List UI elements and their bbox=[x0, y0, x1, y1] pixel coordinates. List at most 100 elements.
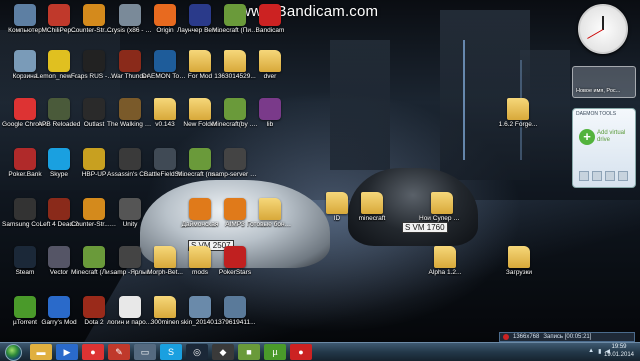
aimp-icon bbox=[189, 198, 211, 220]
apb-icon bbox=[48, 98, 70, 120]
taskbar-date: 19.01.2014 bbox=[603, 352, 635, 358]
windows-orb-icon bbox=[4, 343, 22, 361]
desktop-icon[interactable]: samp-server -Ярлык bbox=[212, 148, 258, 178]
chrome-button[interactable]: ● bbox=[82, 344, 104, 360]
samp-icon bbox=[119, 246, 141, 268]
chili-button[interactable]: ✎ bbox=[108, 344, 130, 360]
desktop-icon[interactable]: dver bbox=[248, 50, 292, 80]
steam-icon bbox=[14, 246, 36, 268]
daemon-tool-button[interactable] bbox=[579, 171, 589, 181]
desktop-icon[interactable]: Готовые бонус... bbox=[247, 198, 293, 228]
battlefield-icon bbox=[154, 148, 176, 170]
tray-arrow-icon[interactable]: ▲ bbox=[588, 348, 594, 354]
winrar-icon bbox=[259, 98, 281, 120]
chili-icon: ✎ bbox=[115, 346, 123, 357]
css-icon bbox=[83, 198, 105, 220]
folder-icon: ▬ bbox=[36, 347, 46, 357]
network-icon[interactable]: ▮ bbox=[598, 348, 601, 355]
fraps-icon bbox=[83, 50, 105, 72]
utorrent-icon bbox=[14, 296, 36, 318]
game-icon: ◆ bbox=[219, 346, 227, 357]
vector-icon bbox=[48, 246, 70, 268]
assassins-creed-icon bbox=[119, 148, 141, 170]
crysis-icon bbox=[119, 4, 141, 26]
screen-button[interactable]: ▭ bbox=[134, 344, 156, 360]
taskbar-clock[interactable]: 19:59 19.01.2014 bbox=[602, 343, 636, 359]
record-status: Запись [00:05:21] bbox=[543, 334, 592, 340]
dota2-icon bbox=[83, 296, 105, 318]
bandicam-record-bar[interactable]: 1366x768 Запись [00:05:21] bbox=[499, 332, 635, 342]
user-gadget-label: Новое имя, Рос... bbox=[576, 88, 621, 94]
record-dot-icon bbox=[503, 334, 509, 340]
clock-gadget[interactable] bbox=[578, 4, 628, 54]
taskbar-time: 19:59 bbox=[611, 344, 627, 350]
media-player-button[interactable]: ▶ bbox=[56, 344, 78, 360]
add-virtual-drive-button[interactable]: + bbox=[579, 129, 595, 145]
utorrent-button[interactable]: µ bbox=[264, 344, 286, 360]
minecraft-shortcut-icon bbox=[189, 148, 211, 170]
desktop-icon[interactable]: Alpha 1.2... bbox=[423, 246, 467, 276]
desktop-icon-label: lib bbox=[266, 121, 274, 128]
left4dead-icon bbox=[48, 198, 70, 220]
record-resolution: 1366x768 bbox=[513, 334, 540, 340]
start-button[interactable] bbox=[0, 343, 26, 361]
aimp3-icon bbox=[224, 198, 246, 220]
minecraft-license-icon bbox=[83, 246, 105, 268]
origin-icon bbox=[154, 4, 176, 26]
desktop-icon[interactable]: lib bbox=[248, 98, 292, 128]
black-car-plate: S VM 1760 bbox=[402, 222, 448, 233]
desktop-icon-label: minecraft bbox=[358, 215, 386, 222]
folder-icon bbox=[189, 98, 211, 120]
desktop-icon[interactable]: 1379619411... bbox=[213, 296, 257, 326]
desktop-icon-label: Нои Супер Minecraft ... bbox=[419, 215, 465, 222]
monitor-icon: ▭ bbox=[140, 346, 150, 357]
taskbar: ▬ ▶ ● ✎ ▭ S ◎ ◆ ■ µ ● bbox=[0, 342, 640, 361]
explorer-button[interactable]: ▬ bbox=[30, 344, 52, 360]
minecraft-button[interactable]: ■ bbox=[238, 344, 260, 360]
game-button[interactable]: ◆ bbox=[212, 344, 234, 360]
desktop-icon-label: 1.6.2 Forge... bbox=[498, 121, 538, 128]
chili-icon bbox=[48, 4, 70, 26]
desktop-icon[interactable]: Нои Супер Minecraft ... bbox=[419, 192, 465, 222]
daemon-tool-button[interactable] bbox=[605, 171, 615, 181]
outlast-icon bbox=[83, 98, 105, 120]
desktop-icon[interactable]: PokerStars bbox=[213, 246, 257, 276]
folder-icon bbox=[189, 50, 211, 72]
taskbar-pinned-apps: ▬ ▶ ● ✎ ▭ S ◎ ◆ ■ µ ● bbox=[26, 344, 312, 360]
steam-button[interactable]: ◎ bbox=[186, 344, 208, 360]
image-icon bbox=[224, 296, 246, 318]
folder-icon bbox=[259, 198, 281, 220]
desktop-icon-label: Готовые бонус... bbox=[247, 221, 293, 228]
skype-button[interactable]: S bbox=[160, 344, 182, 360]
desktop-icon[interactable]: Загрузки bbox=[497, 246, 541, 276]
media-player-icon: ▶ bbox=[63, 346, 71, 357]
daemon-tools-gadget[interactable]: DAEMON TOOLS + Add virtual drive bbox=[572, 108, 636, 188]
minecraft-icon: ■ bbox=[246, 347, 252, 357]
image-icon bbox=[189, 296, 211, 318]
desktop-icon[interactable]: 1.6.2 Forge... bbox=[496, 98, 540, 128]
chrome-icon: ● bbox=[90, 347, 96, 357]
folder-icon bbox=[434, 246, 456, 268]
minecraft-folder-icon bbox=[224, 98, 246, 120]
walking-dead-icon bbox=[119, 98, 141, 120]
chrome-icon bbox=[14, 98, 36, 120]
add-virtual-drive-label[interactable]: Add virtual drive bbox=[597, 130, 635, 144]
unity-icon bbox=[119, 198, 141, 220]
desktop-icon-label: Bandicam bbox=[255, 27, 285, 34]
csgo-icon bbox=[83, 4, 105, 26]
utorrent-icon: µ bbox=[272, 347, 278, 357]
war-thunder-icon bbox=[119, 50, 141, 72]
minecraft-icon bbox=[224, 4, 246, 26]
desktop-icon-label: samp-server -Ярлык bbox=[212, 171, 258, 178]
bender-icon bbox=[189, 4, 211, 26]
desktop-icon[interactable]: minecraft bbox=[350, 192, 394, 222]
daemon-tool-button[interactable] bbox=[618, 171, 628, 181]
folder-icon bbox=[259, 50, 281, 72]
desktop-icon[interactable]: Bandicam bbox=[248, 4, 292, 34]
bandicam-button[interactable]: ● bbox=[290, 344, 312, 360]
user-gadget[interactable]: Новое имя, Рос... bbox=[572, 66, 636, 98]
samp-server-icon bbox=[224, 148, 246, 170]
desktop-icon[interactable]: Unity bbox=[108, 198, 152, 228]
daemon-tool-button[interactable] bbox=[592, 171, 602, 181]
computer-icon bbox=[14, 4, 36, 26]
